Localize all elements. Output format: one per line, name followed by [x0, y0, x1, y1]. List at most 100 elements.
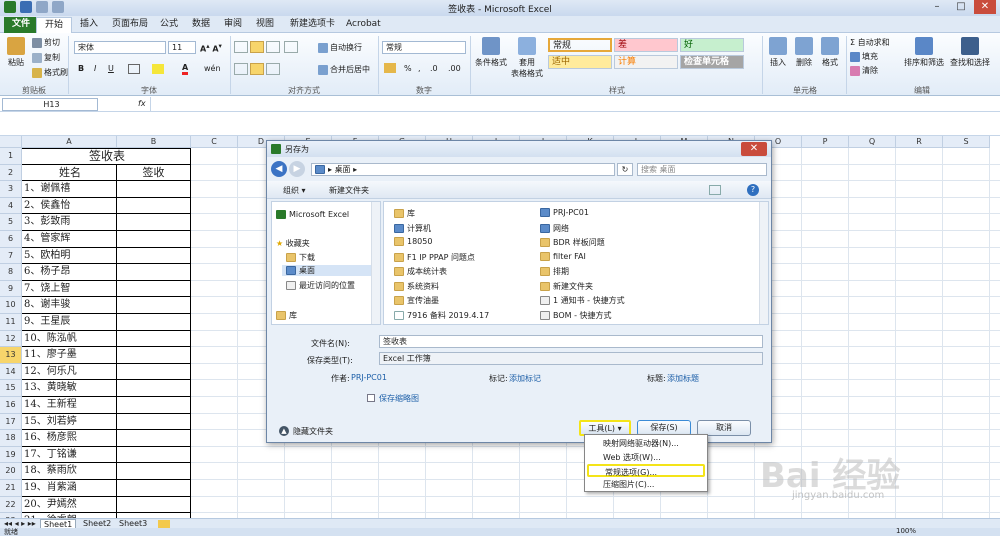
format-as-table-button[interactable]: 套用 表格格式 — [510, 37, 544, 79]
refresh-icon[interactable]: ↻ — [617, 163, 633, 176]
style-check-cell[interactable]: 检查单元格 — [680, 55, 744, 69]
column-header[interactable]: B — [117, 136, 191, 148]
name-cell[interactable]: 15、刘若婷 — [22, 413, 117, 431]
view-icon[interactable] — [709, 185, 721, 195]
sign-cell[interactable] — [117, 463, 191, 480]
underline-button[interactable]: U — [108, 64, 114, 73]
new-folder-button[interactable]: 新建文件夹 — [329, 185, 369, 196]
author-value[interactable]: PRJ-PC01 — [351, 373, 387, 382]
row-header[interactable]: 15 — [0, 380, 22, 397]
nav-item-recent[interactable]: 最近访问的位置 — [286, 280, 355, 291]
style-good[interactable]: 好 — [680, 38, 744, 52]
collapse-icon[interactable]: ▲ — [279, 426, 289, 436]
row-header[interactable]: 1 — [0, 148, 22, 165]
menu-item-compress-pictures[interactable]: 压缩图片(C)... — [587, 478, 705, 491]
search-input[interactable]: 搜索 桌面 — [637, 163, 767, 176]
file-item[interactable]: 新建文件夹 — [540, 281, 593, 292]
forward-icon[interactable]: ▶ — [289, 161, 305, 177]
align-middle-icon[interactable] — [250, 41, 264, 53]
name-cell[interactable]: 20、尹嫣然 — [22, 496, 117, 514]
tab-data[interactable]: 数据 — [184, 17, 218, 33]
currency-icon[interactable] — [384, 63, 396, 73]
fx-icon[interactable]: fx — [138, 99, 146, 108]
style-neutral[interactable]: 适中 — [548, 55, 612, 69]
file-item[interactable]: 系统资料 — [394, 281, 439, 292]
file-item[interactable]: 7916 备料 2019.4.17 — [394, 310, 489, 321]
style-calculation[interactable]: 计算 — [614, 55, 678, 69]
name-cell[interactable]: 1、谢佩禧 — [22, 181, 117, 198]
font-color-button[interactable]: A — [182, 63, 189, 75]
sign-cell[interactable] — [117, 264, 191, 281]
tab-file[interactable]: 文件 — [4, 17, 39, 33]
thumbnail-checkbox[interactable] — [367, 394, 375, 402]
name-cell[interactable]: 8、谢丰骏 — [22, 297, 117, 314]
format-painter-button[interactable]: 格式刷 — [32, 67, 68, 78]
sign-cell[interactable] — [117, 214, 191, 231]
column-header[interactable]: S — [943, 136, 990, 148]
header-sign-cell[interactable]: 签收 — [117, 164, 191, 182]
sign-cell[interactable] — [117, 430, 191, 447]
name-cell[interactable]: 3、彭致雨 — [22, 214, 117, 231]
row-header[interactable]: 8 — [0, 264, 22, 281]
file-item[interactable]: 18050 — [394, 237, 432, 246]
sign-cell[interactable] — [117, 197, 191, 215]
decrease-decimal-icon[interactable]: .00 — [448, 64, 461, 73]
tab-new[interactable]: 新建选项卡 — [282, 17, 343, 33]
filetype-select[interactable]: Excel 工作簿 — [379, 352, 763, 365]
tab-insert[interactable]: 插入 — [72, 17, 106, 33]
name-box[interactable]: H13 — [2, 98, 98, 111]
sign-cell[interactable] — [117, 314, 191, 331]
row-header[interactable]: 13 — [0, 347, 22, 364]
sign-cell[interactable] — [117, 181, 191, 198]
help-icon[interactable]: ? — [747, 184, 759, 196]
file-scrollbar[interactable] — [759, 202, 768, 324]
file-item[interactable]: 排期 — [540, 266, 569, 277]
file-item[interactable]: 1 通知书 - 快捷方式 — [540, 295, 625, 306]
back-icon[interactable]: ◀ — [271, 161, 287, 177]
name-cell[interactable]: 7、饶上智 — [22, 280, 117, 298]
menu-item-general-options[interactable]: 常规选项(G)... — [587, 464, 705, 477]
autosum-button[interactable]: Σ 自动求和 — [850, 37, 890, 48]
file-item[interactable]: F1 IP PPAP 问题点 — [394, 252, 475, 263]
tab-view[interactable]: 视图 — [248, 17, 282, 33]
nav-item-favorites[interactable]: ★ 收藏夹 — [276, 238, 310, 249]
file-item[interactable]: BOM - 快捷方式 — [540, 310, 612, 321]
name-cell[interactable]: 16、杨彦熙 — [22, 430, 117, 447]
name-cell[interactable]: 2、侯鑫怡 — [22, 197, 117, 215]
hide-folders-button[interactable]: 隐藏文件夹 — [293, 426, 333, 437]
nav-item-desktop[interactable]: 桌面 — [282, 265, 376, 276]
row-header[interactable]: 14 — [0, 363, 22, 381]
sign-cell[interactable] — [117, 280, 191, 298]
cut-button[interactable]: 剪切 — [32, 37, 60, 48]
wrap-text-button[interactable]: 自动换行 — [318, 42, 362, 53]
sheet-title-cell[interactable]: 签收表 — [22, 148, 191, 165]
italic-button[interactable]: I — [94, 64, 96, 73]
name-cell[interactable]: 13、黄晓敏 — [22, 380, 117, 397]
file-item[interactable]: 计算机 — [394, 223, 431, 234]
nav-item-libraries[interactable]: 库 — [276, 310, 297, 321]
menu-item-map-drive[interactable]: 映射网络驱动器(N)... — [587, 437, 705, 450]
column-header[interactable]: P — [802, 136, 849, 148]
bold-button[interactable]: B — [78, 64, 84, 73]
row-header[interactable]: 2 — [0, 164, 22, 182]
name-cell[interactable]: 17、丁铭谦 — [22, 446, 117, 464]
row-header[interactable]: 9 — [0, 280, 22, 298]
menu-item-web-options[interactable]: Web 选项(W)... — [587, 451, 705, 464]
minimize-icon[interactable]: – — [926, 0, 948, 14]
nav-item-downloads[interactable]: 下载 — [286, 252, 315, 263]
row-header[interactable]: 18 — [0, 430, 22, 447]
style-bad[interactable]: 差 — [614, 38, 678, 52]
paste-button[interactable]: 粘贴 — [4, 37, 28, 68]
number-format-select[interactable]: 常规 — [382, 41, 466, 54]
sign-cell[interactable] — [117, 397, 191, 414]
nav-scrollbar[interactable] — [371, 202, 380, 324]
sign-cell[interactable] — [117, 380, 191, 397]
fill-button[interactable]: 填充 — [850, 51, 878, 62]
column-header[interactable]: A — [22, 136, 117, 148]
row-header[interactable]: 10 — [0, 297, 22, 314]
nav-item-excel[interactable]: Microsoft Excel — [276, 210, 349, 219]
row-header[interactable]: 19 — [0, 446, 22, 464]
align-center-icon[interactable] — [250, 63, 264, 75]
copy-button[interactable]: 复制 — [32, 52, 60, 63]
font-name-select[interactable]: 宋体 — [74, 41, 166, 54]
